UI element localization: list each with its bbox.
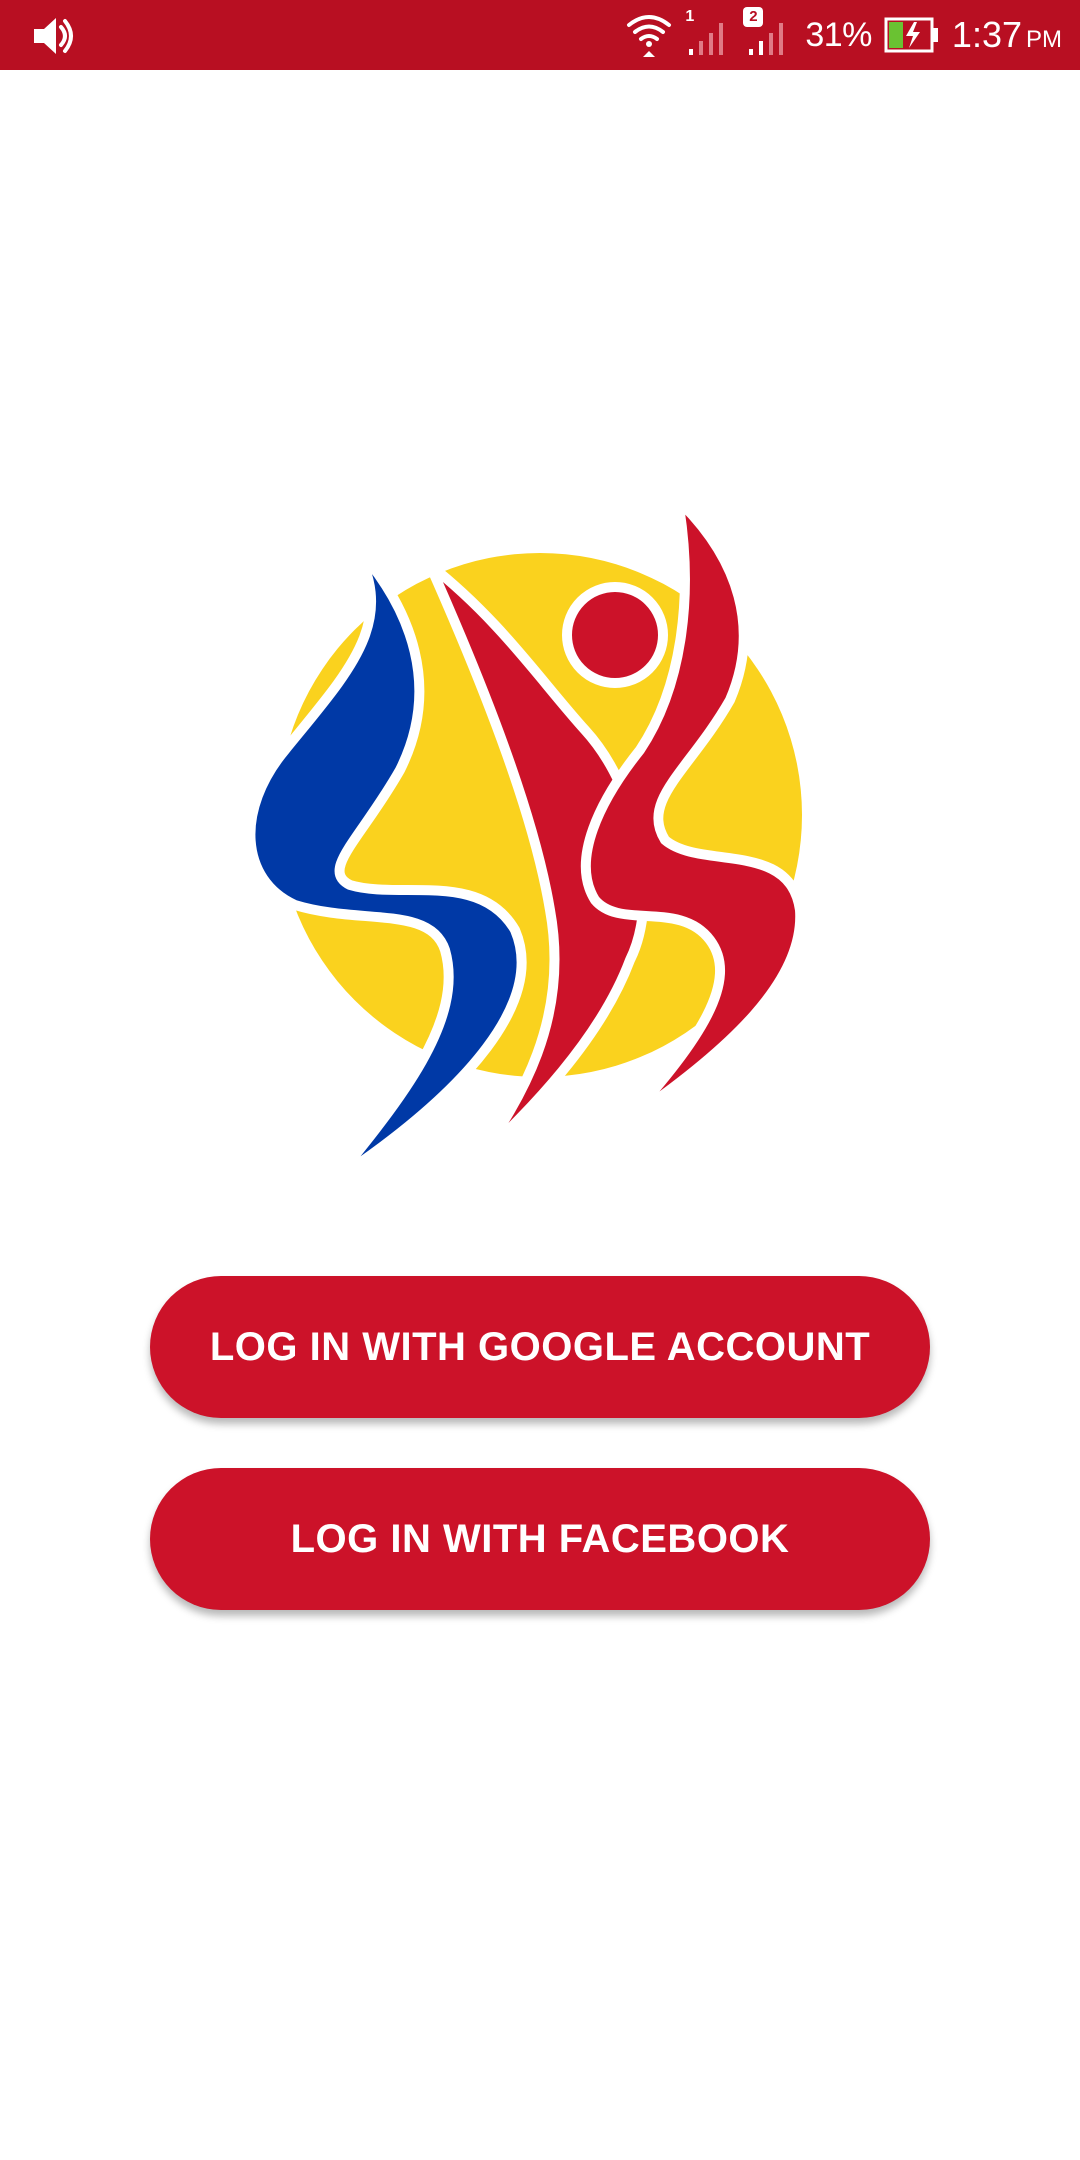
sim2-label: 2 xyxy=(743,7,764,27)
volume-icon xyxy=(34,18,73,54)
wifi-icon xyxy=(627,15,672,57)
login-screen: 1 2 31% 1:37 PM LOG IN WITH GOOGLE ACCOU… xyxy=(0,0,1080,2160)
status-bar: 1 2 31% 1:37 PM xyxy=(0,0,1080,70)
logo-head xyxy=(562,582,668,688)
signal-sim1-icon: 1 xyxy=(685,8,733,59)
battery-charging-icon xyxy=(884,17,938,53)
clock: 1:37 PM xyxy=(952,14,1062,56)
sim1-label: 1 xyxy=(685,8,695,25)
facebook-login-button[interactable]: LOG IN WITH FACEBOOK xyxy=(150,1468,930,1610)
clock-time: 1:37 xyxy=(951,14,1022,55)
app-logo xyxy=(245,495,806,1180)
clock-ampm: PM xyxy=(1026,26,1062,53)
google-login-button[interactable]: LOG IN WITH GOOGLE ACCOUNT xyxy=(150,1276,930,1418)
battery-percent: 31% xyxy=(805,15,872,54)
signal-sim2-icon: 2 xyxy=(743,7,793,59)
